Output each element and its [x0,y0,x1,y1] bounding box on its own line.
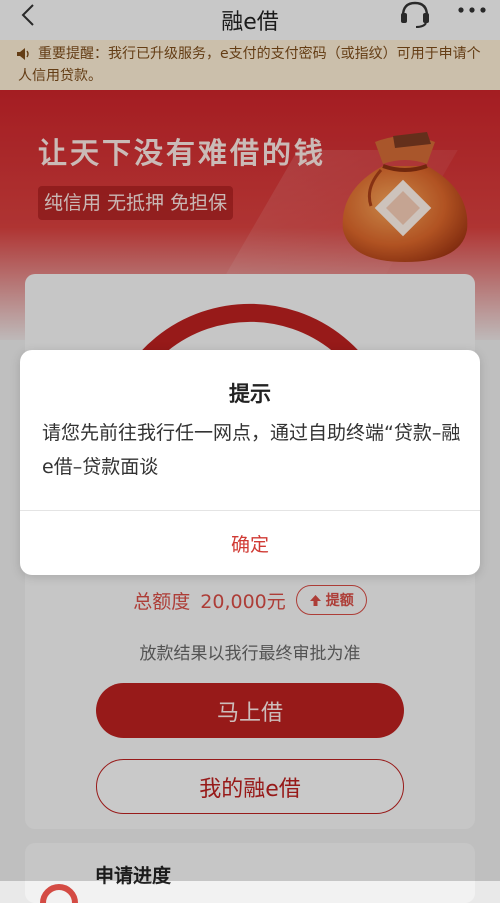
confirm-label: 确定 [230,533,269,556]
dialog-message: 请您先前往我行任一网点，通过自助终端“贷款–融e借–贷款面谈 [42,422,461,478]
alert-dialog: 提示 请您先前往我行任一网点，通过自助终端“贷款–融e借–贷款面谈 确定 [20,350,480,575]
dialog-title: 提示 [229,382,271,406]
confirm-button[interactable]: 确定 [20,511,480,575]
